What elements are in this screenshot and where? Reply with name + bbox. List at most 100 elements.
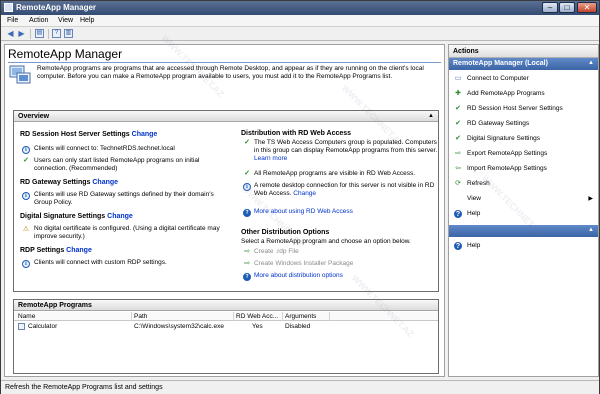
more-distribution-link[interactable]: More about distribution options	[254, 272, 343, 280]
web-access-item-visible: All RemoteApp programs are visible in RD…	[254, 170, 415, 177]
actions-group-remoteapp[interactable]: RemoteApp Manager (Local) ▲	[449, 58, 598, 70]
action-help[interactable]: ? Help	[449, 207, 598, 221]
action-pane-icon[interactable]: ▥	[64, 29, 73, 38]
action-label: View	[467, 195, 481, 202]
info-icon: i	[243, 183, 251, 191]
status-text: Refresh the RemoteApp Programs list and …	[5, 384, 163, 391]
menu-bar: File Action View Help	[1, 15, 599, 27]
column-divider[interactable]	[282, 312, 283, 321]
menu-file[interactable]: File	[7, 17, 18, 24]
gateway-item: Clients will use RD Gateway settings def…	[34, 191, 214, 206]
action-label: Refresh	[467, 180, 490, 187]
rdsh-item-users: Users can only start listed RemoteApp pr…	[34, 157, 200, 172]
help-icon: ?	[454, 242, 462, 250]
menu-help[interactable]: Help	[80, 17, 94, 24]
column-divider[interactable]	[131, 312, 132, 321]
settings-icon: ✔	[455, 105, 461, 112]
add-programs-icon: ✚	[455, 90, 461, 97]
action-label: Export RemoteApp Settings	[467, 150, 548, 157]
toolbar: ◀ ▶ ▤ ? ▥	[1, 27, 599, 41]
column-divider[interactable]	[233, 312, 234, 321]
web-access-rdc-text: A remote desktop connection for this ser…	[254, 182, 435, 197]
page-title: RemoteApp Manager	[8, 47, 123, 61]
web-access-change-link[interactable]: Change	[293, 190, 316, 197]
export-icon: ⇨	[455, 150, 461, 157]
programs-panel: RemoteApp Programs Name Path RD Web Acc.…	[13, 299, 439, 374]
menu-view[interactable]: View	[58, 17, 73, 24]
action-label: Import RemoteApp Settings	[467, 165, 547, 172]
maximize-button[interactable]: □	[559, 2, 575, 13]
other-distribution-intro: Select a RemoteApp program and choose an…	[241, 238, 411, 245]
gateway-settings-label: RD Gateway Settings	[20, 179, 91, 186]
group-collapse-icon[interactable]: ▲	[588, 227, 594, 233]
action-label: Help	[467, 242, 481, 249]
gateway-change-link[interactable]: Change	[92, 179, 118, 186]
page-description: RemoteApp programs are programs that are…	[37, 65, 424, 80]
title-bar[interactable]: RemoteApp Manager – □ ✕	[1, 1, 599, 15]
toolbar-separator	[48, 29, 49, 39]
help-icon: ?	[454, 210, 462, 218]
main-pane: RemoteApp Manager RemoteApp programs are…	[4, 44, 445, 377]
help-icon: ?	[243, 273, 251, 281]
rdp-item: Clients will connect with custom RDP set…	[34, 259, 167, 266]
collapse-arrow-icon[interactable]: ▲	[428, 113, 434, 119]
action-signature-settings[interactable]: ✔ Digital Signature Settings	[449, 132, 598, 146]
rdp-file-icon: ⇨	[244, 248, 250, 255]
info-icon: i	[22, 260, 30, 268]
installer-package-icon: ⇨	[244, 260, 250, 267]
actions-title: Actions	[449, 45, 598, 58]
action-add-remoteapp-programs[interactable]: ✚ Add RemoteApp Programs	[449, 87, 598, 101]
window-title: RemoteApp Manager	[16, 3, 97, 12]
action-gateway-settings[interactable]: ✔ RD Gateway Settings	[449, 117, 598, 131]
close-button[interactable]: ✕	[577, 2, 597, 13]
create-rdp-file-option[interactable]: Create .rdp File	[254, 248, 299, 256]
action-label: RD Session Host Server Settings	[467, 105, 563, 112]
menu-action[interactable]: Action	[29, 17, 48, 24]
more-web-access-link[interactable]: More about using RD Web Access	[254, 208, 353, 216]
group-collapse-icon[interactable]: ▲	[588, 60, 594, 66]
column-path[interactable]: Path	[134, 313, 147, 320]
programs-title: RemoteApp Programs	[18, 302, 92, 309]
action-label: Add RemoteApp Programs	[467, 90, 545, 97]
actions-group-label: RemoteApp Manager (Local)	[453, 60, 548, 67]
action-rdsh-settings[interactable]: ✔ RD Session Host Server Settings	[449, 102, 598, 116]
rdsh-settings-label: RD Session Host Server Settings	[20, 131, 130, 138]
gateway-settings-heading: RD Gateway Settings Change	[20, 179, 118, 186]
status-bar: Refresh the RemoteApp Programs list and …	[1, 380, 599, 394]
action-refresh[interactable]: ⟳ Refresh	[449, 177, 598, 191]
console-tree-icon[interactable]: ▤	[35, 29, 44, 38]
action-export-settings[interactable]: ⇨ Export RemoteApp Settings	[449, 147, 598, 161]
help-icon[interactable]: ?	[52, 29, 61, 38]
column-divider[interactable]	[329, 312, 330, 321]
column-arguments[interactable]: Arguments	[285, 313, 316, 320]
table-row[interactable]: Calculator C:\Windows\system32\calc.exe …	[14, 322, 438, 332]
create-installer-package-option[interactable]: Create Windows Installer Package	[254, 260, 353, 268]
minimize-button[interactable]: –	[542, 2, 558, 13]
web-access-item-group: The TS Web Access Computers group is pop…	[254, 139, 438, 163]
submenu-arrow-icon: ▶	[588, 196, 593, 202]
signature-change-link[interactable]: Change	[107, 213, 133, 220]
info-icon: i	[22, 146, 30, 154]
program-path: C:\Windows\system32\calc.exe	[134, 323, 224, 330]
rdsh-change-link[interactable]: Change	[132, 131, 158, 138]
rdp-change-link[interactable]: Change	[66, 247, 92, 254]
settings-icon: ✔	[455, 135, 461, 142]
other-distribution-heading: Other Distribution Options	[241, 229, 330, 236]
actions-group-secondary[interactable]: ▲	[449, 225, 598, 237]
action-help-secondary[interactable]: ? Help	[449, 239, 598, 253]
signature-item: No digital certificate is configured. (U…	[34, 225, 220, 240]
forward-arrow-icon[interactable]: ▶	[17, 29, 26, 38]
info-icon: i	[22, 192, 30, 200]
warning-icon: ⚠	[22, 226, 30, 233]
learn-more-link[interactable]: Learn more	[254, 155, 287, 162]
action-label: Connect to Computer	[467, 75, 529, 82]
action-import-settings[interactable]: ⇦ Import RemoteApp Settings	[449, 162, 598, 176]
column-web-access[interactable]: RD Web Acc...	[236, 313, 278, 320]
column-name[interactable]: Name	[18, 313, 35, 320]
action-label: Digital Signature Settings	[467, 135, 540, 142]
back-arrow-icon[interactable]: ◀	[6, 29, 15, 38]
web-access-group-text: The TS Web Access Computers group is pop…	[254, 139, 438, 154]
overview-header[interactable]: Overview ▲	[14, 111, 438, 122]
action-view[interactable]: View ▶	[449, 192, 598, 206]
action-connect-to-computer[interactable]: ▭ Connect to Computer	[449, 72, 598, 86]
